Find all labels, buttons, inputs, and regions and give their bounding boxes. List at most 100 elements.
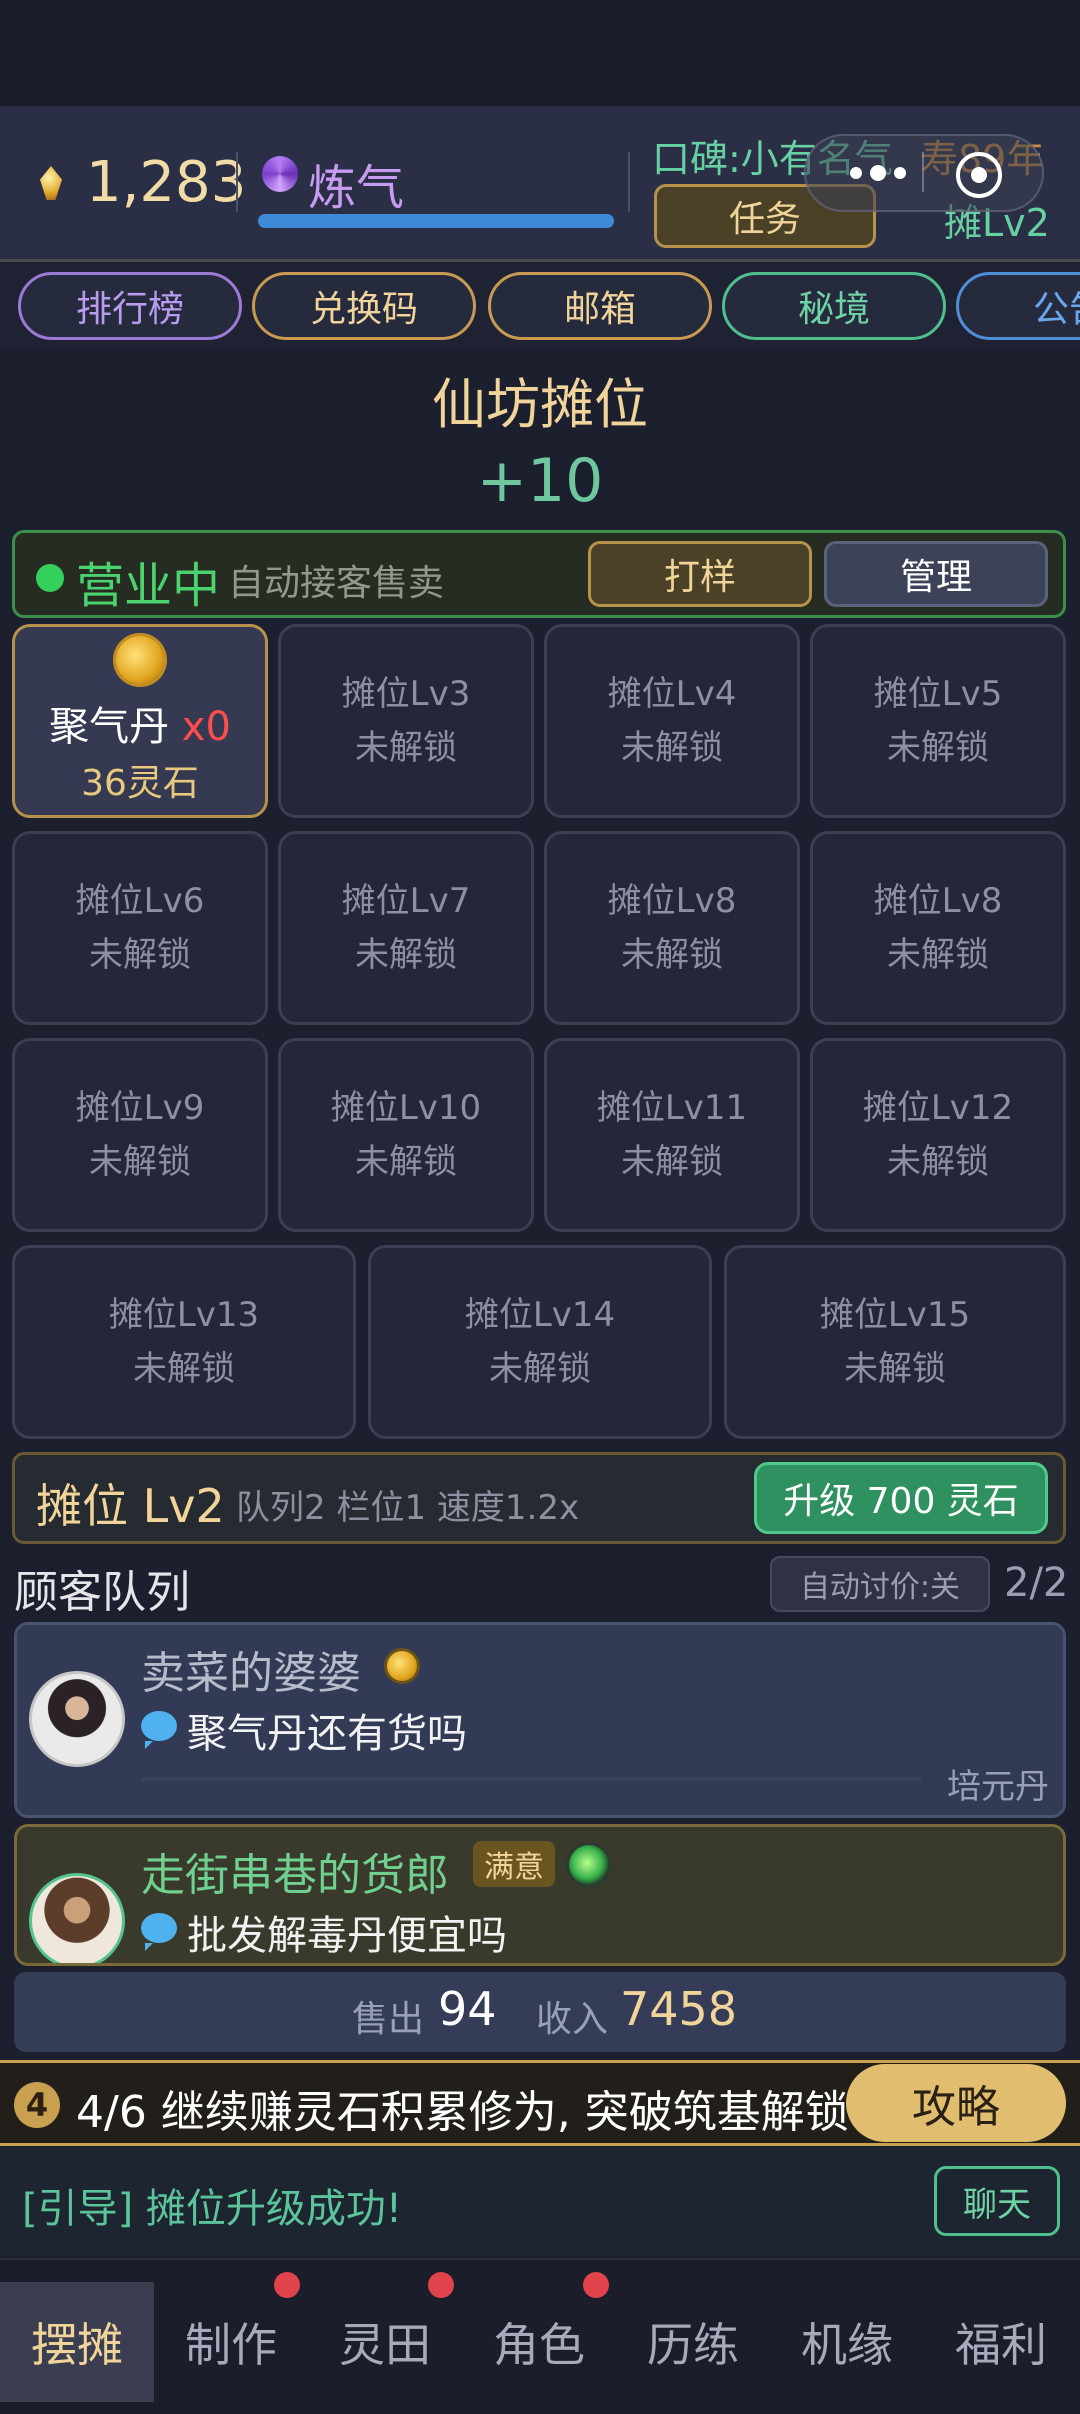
- status-bar: [0, 0, 1080, 106]
- stall-slot-locked[interactable]: 摊位Lv10 未解锁: [278, 1038, 534, 1232]
- stall-slot-locked[interactable]: 摊位Lv6 未解锁: [12, 831, 268, 1025]
- more-menu-icon[interactable]: [828, 148, 928, 198]
- upgrade-stall-button[interactable]: 升级 700 灵石: [754, 1462, 1048, 1534]
- business-subtitle: 自动接客售卖: [228, 563, 445, 604]
- cultivation-progress-bar: [258, 214, 614, 228]
- customer-avatar: [29, 1873, 125, 1963]
- pill-coin-icon: [387, 1651, 417, 1681]
- slot-locked-text: 未解锁: [133, 1349, 235, 1389]
- slot-title: 摊位Lv13: [108, 1295, 260, 1335]
- slot-locked-text: 未解锁: [887, 935, 989, 975]
- slot-product-count: x0: [181, 704, 231, 750]
- green-orb-icon: [569, 1845, 609, 1885]
- slot-title: 摊位Lv8: [607, 881, 737, 921]
- stall-slot-locked[interactable]: 摊位Lv11 未解锁: [544, 1038, 800, 1232]
- sold-label: 售出: [352, 1999, 425, 2040]
- nav-announcement-button[interactable]: 公告: [956, 272, 1080, 340]
- slot-title: 摊位Lv7: [341, 881, 471, 921]
- stall-slot-locked[interactable]: 摊位Lv7 未解锁: [278, 831, 534, 1025]
- tab-stall[interactable]: 摆摊: [0, 2282, 154, 2402]
- slot-title: 摊位Lv6: [75, 881, 205, 921]
- stall-slot-locked[interactable]: 摊位Lv12 未解锁: [810, 1038, 1066, 1232]
- stall-slot-active[interactable]: 聚气丹 x0 36灵石: [12, 624, 268, 818]
- slot-locked-text: 未解锁: [355, 935, 457, 975]
- online-status-dot: [36, 564, 64, 592]
- realm-swirl-icon: [262, 156, 298, 192]
- slot-locked-text: 未解锁: [89, 935, 191, 975]
- customer-wants: 培元丹: [947, 1767, 1049, 1807]
- customer-card[interactable]: 走街串巷的货郎 满意 批发解毒丹便宜吗: [14, 1824, 1066, 1966]
- nav-redeem-code-button[interactable]: 兑换码: [252, 272, 476, 340]
- slot-title: 摊位Lv14: [464, 1295, 616, 1335]
- slot-title: 摊位Lv9: [75, 1088, 205, 1128]
- nav-mailbox-button[interactable]: 邮箱: [488, 272, 712, 340]
- pill-coin-icon: [116, 636, 164, 684]
- slot-title: 摊位Lv5: [873, 674, 1003, 714]
- capsule-divider: [922, 152, 924, 192]
- customer-name: 走街串巷的货郎: [141, 1850, 449, 1901]
- tab-spirit-field[interactable]: 灵田: [308, 2282, 462, 2402]
- income-label: 收入: [536, 1999, 609, 2040]
- stall-slot-locked[interactable]: 摊位Lv5 未解锁: [810, 624, 1066, 818]
- slot-locked-text: 未解锁: [355, 728, 457, 768]
- close-miniprogram-icon[interactable]: [956, 152, 1002, 198]
- slot-locked-text: 未解锁: [887, 1142, 989, 1182]
- manage-button[interactable]: 管理: [824, 541, 1048, 607]
- slot-title: 摊位Lv8: [873, 881, 1003, 921]
- sold-value: 94: [438, 1982, 497, 2036]
- slot-locked-text: 未解锁: [621, 728, 723, 768]
- slot-locked-text: 未解锁: [89, 1142, 191, 1182]
- customer-message: 批发解毒丹便宜吗: [187, 1913, 507, 1959]
- stall-slot-locked[interactable]: 摊位Lv8 未解锁: [544, 831, 800, 1025]
- chat-bubble-icon: [141, 1913, 177, 1951]
- stall-slot-locked[interactable]: 摊位Lv8 未解锁: [810, 831, 1066, 1025]
- guide-text: 4/6 继续赚灵石积累修为, 突破筑基解锁: [76, 2087, 849, 2138]
- chat-button[interactable]: 聊天: [934, 2166, 1060, 2236]
- realm-name: 炼气: [308, 160, 405, 216]
- stall-slot-locked[interactable]: 摊位Lv14 未解锁: [368, 1245, 712, 1439]
- stall-slot-locked[interactable]: 摊位Lv3 未解锁: [278, 624, 534, 818]
- customer-card[interactable]: 卖菜的婆婆 聚气丹还有货吗 培元丹: [14, 1622, 1066, 1818]
- slot-locked-text: 未解锁: [489, 1349, 591, 1389]
- slot-title: 摊位Lv15: [819, 1295, 971, 1335]
- stall-slot-locked[interactable]: 摊位Lv13 未解锁: [12, 1245, 356, 1439]
- tab-craft[interactable]: 制作: [154, 2282, 308, 2402]
- chat-message: [引导] 摊位升级成功!: [22, 2186, 402, 2232]
- slot-title: 摊位Lv4: [607, 674, 737, 714]
- stall-slot-locked[interactable]: 摊位Lv15 未解锁: [724, 1245, 1066, 1439]
- patience-bar: [141, 1777, 921, 1781]
- stall-slot-locked[interactable]: 摊位Lv9 未解锁: [12, 1038, 268, 1232]
- notification-dot: [274, 2272, 300, 2298]
- stall-slot-locked[interactable]: 摊位Lv4 未解锁: [544, 624, 800, 818]
- auto-bargain-toggle[interactable]: 自动讨价:关: [770, 1556, 990, 1612]
- stall-level-info: 队列2 栏位1 速度1.2x: [236, 1488, 580, 1528]
- slot-title: 摊位Lv10: [330, 1088, 482, 1128]
- slot-product-name: 聚气丹: [49, 704, 170, 750]
- nav-leaderboard-button[interactable]: 排行榜: [18, 272, 242, 340]
- customer-name: 卖菜的婆婆: [141, 1648, 361, 1699]
- satisfied-badge: 满意: [473, 1841, 555, 1887]
- strategy-button[interactable]: 攻略: [846, 2064, 1066, 2142]
- nav-row: 排行榜 兑换码 邮箱 秘境 公告: [0, 262, 1080, 348]
- slot-title: 摊位Lv12: [862, 1088, 1014, 1128]
- tab-character[interactable]: 角色: [462, 2282, 616, 2402]
- sample-button[interactable]: 打样: [588, 541, 812, 607]
- nav-secret-realm-button[interactable]: 秘境: [722, 272, 946, 340]
- chat-bubble-icon: [141, 1711, 177, 1749]
- slot-locked-text: 未解锁: [621, 1142, 723, 1182]
- slot-title: 摊位Lv11: [596, 1088, 748, 1128]
- slot-locked-text: 未解锁: [844, 1349, 946, 1389]
- tab-welfare[interactable]: 福利: [924, 2282, 1078, 2402]
- divider: [236, 152, 238, 212]
- gain-indicator: +10: [476, 446, 604, 516]
- guide-step-badge: 4: [14, 2082, 60, 2128]
- customer-avatar: [29, 1671, 125, 1767]
- divider: [628, 152, 630, 212]
- business-status: 营业中: [76, 558, 221, 614]
- slot-title: 摊位Lv3: [341, 674, 471, 714]
- notification-dot: [583, 2272, 609, 2298]
- slot-locked-text: 未解锁: [887, 728, 989, 768]
- tab-fortune[interactable]: 机缘: [770, 2282, 924, 2402]
- tab-training[interactable]: 历练: [616, 2282, 770, 2402]
- slot-locked-text: 未解锁: [621, 935, 723, 975]
